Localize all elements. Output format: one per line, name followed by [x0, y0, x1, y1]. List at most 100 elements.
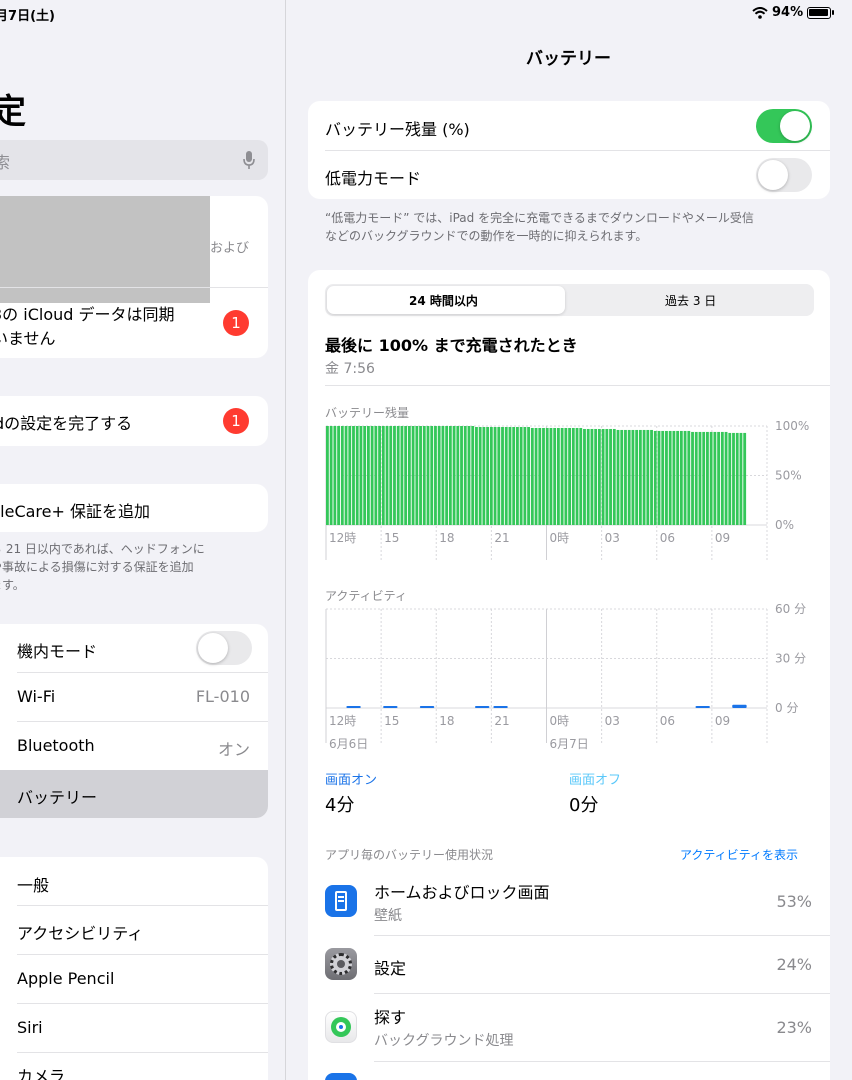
applecare-card[interactable]: pleCare+ 保証を追加	[0, 484, 268, 532]
sidebar-item-apple-pencil[interactable]: Apple Pencil	[0, 955, 268, 1003]
battery-level-bar	[456, 426, 460, 525]
battery-percentage-toggle[interactable]	[756, 109, 812, 143]
battery-level-bar	[385, 426, 389, 525]
sidebar-item-airplane[interactable]: 機内モード	[0, 624, 268, 672]
x-tick-label: 0時	[550, 714, 570, 728]
search-field[interactable]: 索	[0, 140, 268, 180]
battery-level-bar	[672, 430, 676, 525]
battery-level-bar	[713, 431, 717, 525]
battery-level-bar	[381, 426, 385, 525]
battery-level-bar	[329, 426, 333, 525]
battery-level-bar	[568, 427, 571, 525]
sidebar-item-bluetooth[interactable]: Bluetooth オン	[0, 722, 268, 770]
x-tick-label: 0時	[550, 531, 570, 545]
wifi-icon	[752, 7, 768, 19]
battery-level-bar	[411, 426, 415, 525]
battery-level-bar	[612, 428, 616, 525]
battery-level-bar	[445, 426, 449, 525]
sidebar-item-general[interactable]: 一般	[0, 857, 268, 905]
battery-level-bar	[516, 426, 519, 525]
battery-level-bar	[419, 426, 422, 525]
app-name: 探す	[374, 1008, 407, 1027]
battery-level-bar	[467, 426, 471, 525]
battery-level-bar	[396, 426, 400, 525]
airplane-mode-toggle[interactable]	[196, 631, 252, 665]
battery-level-bar	[404, 426, 408, 525]
battery-level-bar	[583, 428, 586, 525]
battery-level-bar	[642, 429, 646, 525]
sidebar-item-siri[interactable]: Siri	[0, 1004, 268, 1052]
account-card[interactable]: および 3の iCloud データは同期 いません 1	[0, 196, 268, 358]
sidebar-item-battery[interactable]: バッテリー	[0, 770, 268, 818]
battery-level-bar	[430, 426, 434, 525]
battery-level-bar	[627, 429, 631, 525]
battery-level-bar	[556, 427, 560, 525]
x-tick-label: 12時	[329, 531, 356, 545]
app-row-home-lock[interactable]: ホームおよびロック画面 壁紙 53%	[308, 868, 830, 935]
battery-level-bar	[739, 432, 743, 525]
app-name: 設定	[374, 959, 407, 978]
sidebar-item-label: Bluetooth	[17, 736, 95, 755]
battery-level-bar	[348, 426, 352, 525]
battery-level-bar	[508, 426, 512, 525]
icloud-sync-line1: 3の iCloud データは同期	[0, 305, 175, 324]
battery-percentage-label: バッテリー残量 (%)	[325, 120, 470, 139]
battery-level-bar	[501, 426, 504, 525]
sidebar-item-wifi[interactable]: Wi-Fi FL-010	[0, 673, 268, 721]
settings-gear-icon	[325, 948, 357, 980]
wifi-network-value: FL-010	[195, 687, 250, 706]
applecare-note-3: ます。	[0, 578, 25, 592]
battery-level-bar	[597, 428, 601, 525]
battery-level-bar	[355, 426, 359, 525]
sidebar-item-accessibility[interactable]: アクセシビリティ	[0, 906, 268, 954]
battery-level-bar	[553, 427, 557, 525]
low-power-row[interactable]: 低電力モード	[308, 151, 830, 199]
battery-level-bar	[706, 431, 709, 525]
tab-24-hours[interactable]: 24 時間以内	[409, 292, 478, 309]
battery-level-bar	[460, 426, 463, 525]
battery-level-bar	[579, 427, 583, 525]
tab-3-days[interactable]: 過去 3 日	[665, 292, 716, 309]
screen-on-value: 4分	[325, 795, 355, 816]
battery-level-bar	[538, 427, 542, 525]
time-range-segmented-control[interactable]: 24 時間以内 過去 3 日	[325, 284, 814, 316]
x-tick-label: 18	[439, 531, 454, 545]
app-sub: バックグラウンド処理	[374, 1033, 514, 1049]
last-charge-title: 最後に 100% まで充電されたとき	[325, 336, 578, 355]
y-tick-label: 30 分	[775, 652, 806, 666]
battery-level-bar	[605, 428, 609, 525]
app-row-settings[interactable]: 設定 24%	[308, 936, 830, 993]
battery-level-bar	[422, 426, 426, 525]
battery-level-bar	[564, 427, 568, 525]
app-percent: 24%	[776, 955, 812, 974]
battery-level-bar	[650, 429, 653, 525]
sidebar-item-label: バッテリー	[17, 788, 98, 807]
microphone-icon[interactable]	[242, 150, 256, 170]
battery-level-bar	[687, 430, 691, 525]
sidebar-item-camera[interactable]: カメラ	[0, 1053, 268, 1080]
battery-level-bar	[475, 426, 478, 525]
battery-level-bar	[620, 429, 624, 525]
connectivity-group: 機内モード Wi-Fi FL-010 Bluetooth オン バッテリー	[0, 624, 268, 818]
battery-level-bar	[366, 426, 370, 525]
x-tick-label: 06	[660, 531, 675, 545]
battery-level-bar	[523, 426, 527, 525]
icloud-sync-line2: いません	[0, 329, 56, 348]
battery-level-bar	[534, 427, 538, 525]
y-tick-label: 0 分	[775, 701, 798, 715]
app-row-find-my[interactable]: 探す バックグラウンド処理 23%	[308, 994, 830, 1061]
battery-percentage-row[interactable]: バッテリー残量 (%)	[308, 101, 830, 150]
battery-level-bar	[635, 429, 639, 525]
general-group: 一般 アクセシビリティ Apple Pencil Siri カメラ	[0, 857, 268, 1080]
y-tick-label: 60 分	[775, 602, 806, 616]
setup-card[interactable]: dの設定を完了する 1	[0, 396, 268, 446]
find-my-icon	[325, 1011, 357, 1043]
battery-level-bar	[679, 430, 683, 525]
battery-level-bar	[389, 426, 393, 525]
battery-level-bar	[489, 426, 493, 525]
battery-level-bar	[340, 426, 344, 525]
show-activity-link[interactable]: アクティビティを表示	[680, 846, 798, 863]
activity-bar	[695, 706, 710, 708]
low-power-toggle[interactable]	[756, 158, 812, 192]
battery-level-bar	[463, 426, 467, 525]
